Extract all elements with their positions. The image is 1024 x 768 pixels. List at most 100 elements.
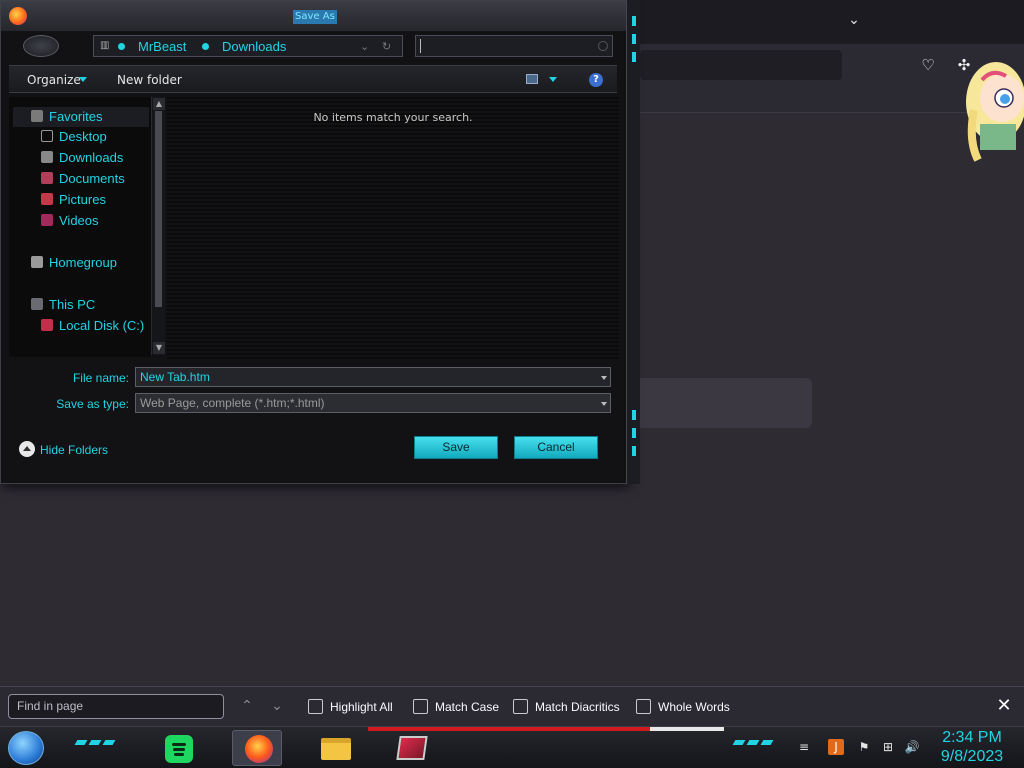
checkbox-icon bbox=[413, 699, 428, 714]
save-type-label: Save as type: bbox=[56, 397, 129, 411]
start-button[interactable] bbox=[8, 731, 44, 765]
network-icon[interactable]: ⊞ bbox=[880, 739, 896, 755]
folder-icon: ▥ bbox=[100, 40, 110, 51]
match-case-checkbox[interactable]: Match Case bbox=[413, 698, 499, 716]
hide-folders-label: Hide Folders bbox=[40, 443, 109, 457]
chevron-down-icon[interactable] bbox=[601, 376, 607, 380]
show-hidden-icons-icon[interactable]: ≡ bbox=[796, 739, 812, 755]
save-type-value: Web Page, complete (*.htm;*.html) bbox=[140, 396, 325, 410]
sidebar-item-local-disk[interactable]: Local Disk (C:) bbox=[41, 316, 144, 336]
scroll-up-icon[interactable]: ▲ bbox=[153, 98, 165, 110]
find-next-icon[interactable]: ⌄ bbox=[268, 697, 286, 715]
save-type-select[interactable]: Web Page, complete (*.htm;*.html) bbox=[135, 393, 611, 413]
decorative-tick bbox=[632, 428, 636, 438]
checkbox-icon bbox=[513, 699, 528, 714]
clock-time[interactable]: 2:34 PM bbox=[930, 729, 1014, 747]
cancel-button[interactable]: Cancel bbox=[514, 436, 598, 459]
navigation-scrollbar[interactable]: ▲ ▼ bbox=[151, 97, 165, 355]
hide-folders-button[interactable]: Hide Folders bbox=[19, 441, 108, 459]
refresh-icon[interactable]: ↻ bbox=[382, 39, 391, 55]
highlight-all-label: Highlight All bbox=[330, 700, 393, 714]
collapse-icon bbox=[19, 441, 35, 457]
view-options-chevron-icon[interactable] bbox=[549, 77, 557, 82]
sidebar-item-label: Videos bbox=[59, 213, 99, 228]
taskbar-spotify-button[interactable] bbox=[152, 730, 202, 766]
sidebar-item-desktop[interactable]: Desktop bbox=[41, 127, 107, 147]
taskbar-file-explorer-button[interactable] bbox=[310, 730, 360, 766]
find-previous-icon[interactable]: ⌃ bbox=[238, 697, 256, 715]
decorative-tick bbox=[632, 410, 636, 420]
organize-button[interactable]: Organize bbox=[27, 72, 81, 88]
chevron-down-icon[interactable] bbox=[601, 402, 607, 406]
chevron-down-icon bbox=[79, 77, 87, 82]
sidebar-item-label: Homegroup bbox=[49, 255, 117, 270]
sidebar-item-this-pc[interactable]: This PC bbox=[31, 295, 95, 315]
match-diacritics-label: Match Diacritics bbox=[535, 700, 620, 714]
breadcrumb-mrbeast[interactable]: MrBeast bbox=[138, 39, 186, 55]
sidebar-item-label: Favorites bbox=[49, 109, 103, 124]
sidebar-item-label: Documents bbox=[59, 171, 125, 186]
list-all-tabs-icon[interactable]: ⌄ bbox=[846, 12, 862, 28]
volume-icon[interactable]: 🔊 bbox=[904, 739, 920, 755]
new-folder-button[interactable]: New folder bbox=[117, 72, 182, 88]
file-list-pane[interactable]: No items match your search. bbox=[167, 97, 619, 361]
sidebar-item-documents[interactable]: Documents bbox=[41, 169, 125, 189]
sidebar-item-downloads[interactable]: Downloads bbox=[41, 148, 123, 168]
tv-app-icon bbox=[396, 736, 428, 760]
desktop-icon bbox=[41, 130, 53, 142]
pictures-icon bbox=[41, 193, 53, 205]
checkbox-icon bbox=[636, 699, 651, 714]
decorative-tick bbox=[632, 34, 636, 44]
breadcrumb[interactable]: ▥ MrBeast Downloads ⌄ ↻ bbox=[93, 35, 403, 57]
sidebar-item-favorites[interactable]: Favorites bbox=[13, 107, 149, 127]
taskbar-firefox-button[interactable] bbox=[232, 730, 282, 766]
address-row: ▥ MrBeast Downloads ⌄ ↻ bbox=[9, 33, 619, 59]
change-view-icon[interactable] bbox=[526, 74, 538, 84]
save-as-dialog: Save As ▥ MrBeast Downloads ⌄ ↻ Organize… bbox=[0, 0, 628, 484]
file-name-field[interactable]: New Tab.htm bbox=[135, 367, 611, 387]
hard-drive-icon bbox=[41, 319, 53, 331]
downloads-icon bbox=[41, 151, 53, 163]
checkbox-icon bbox=[308, 699, 323, 714]
sidebar-item-homegroup[interactable]: Homegroup bbox=[31, 253, 117, 273]
taskbar-tv-app-button[interactable] bbox=[384, 730, 434, 766]
search-icon bbox=[598, 41, 608, 51]
decorative-tick bbox=[88, 740, 102, 745]
content-card bbox=[630, 378, 812, 428]
decorative-tick bbox=[632, 16, 636, 26]
help-icon[interactable]: ? bbox=[589, 73, 603, 87]
decorative-tick bbox=[746, 740, 760, 745]
whole-words-checkbox[interactable]: Whole Words bbox=[636, 698, 730, 716]
find-bar: Find in page ⌃ ⌄ Highlight All Match Cas… bbox=[0, 686, 1024, 726]
command-bar: Organize New folder ? bbox=[9, 65, 617, 93]
scrollbar-thumb[interactable] bbox=[155, 111, 162, 307]
back-forward-orb[interactable] bbox=[23, 35, 59, 57]
breadcrumb-downloads[interactable]: Downloads bbox=[222, 39, 286, 55]
highlight-all-checkbox[interactable]: Highlight All bbox=[308, 698, 393, 716]
sidebar-item-label: Desktop bbox=[59, 129, 107, 144]
save-button[interactable]: Save bbox=[414, 436, 498, 459]
close-icon[interactable]: ✕ bbox=[994, 696, 1014, 716]
decorative-tick bbox=[632, 446, 636, 456]
decorative-tick bbox=[102, 740, 116, 745]
sidebar-item-videos[interactable]: Videos bbox=[41, 211, 99, 231]
file-explorer-icon bbox=[321, 738, 351, 760]
clock-date[interactable]: 9/8/2023 bbox=[930, 748, 1014, 766]
sidebar-item-label: Pictures bbox=[59, 192, 106, 207]
action-center-flag-icon[interactable]: ⚑ bbox=[856, 739, 872, 755]
search-input[interactable] bbox=[415, 35, 613, 57]
empty-results-message: No items match your search. bbox=[313, 111, 473, 124]
breadcrumb-separator-icon bbox=[118, 43, 125, 50]
text-caret bbox=[420, 39, 421, 53]
dialog-title: Save As bbox=[293, 10, 337, 24]
find-in-page-input[interactable]: Find in page bbox=[8, 694, 224, 719]
scroll-down-icon[interactable]: ▼ bbox=[153, 342, 165, 354]
match-diacritics-checkbox[interactable]: Match Diacritics bbox=[513, 698, 620, 716]
pocket-icon[interactable]: ♡ bbox=[917, 54, 939, 76]
chevron-down-icon[interactable]: ⌄ bbox=[360, 39, 369, 55]
sidebar-item-pictures[interactable]: Pictures bbox=[41, 190, 106, 210]
breadcrumb-separator-icon bbox=[202, 43, 209, 50]
address-bar[interactable] bbox=[640, 50, 842, 80]
java-update-icon[interactable]: J bbox=[828, 739, 844, 755]
decorative-tick bbox=[732, 740, 746, 745]
